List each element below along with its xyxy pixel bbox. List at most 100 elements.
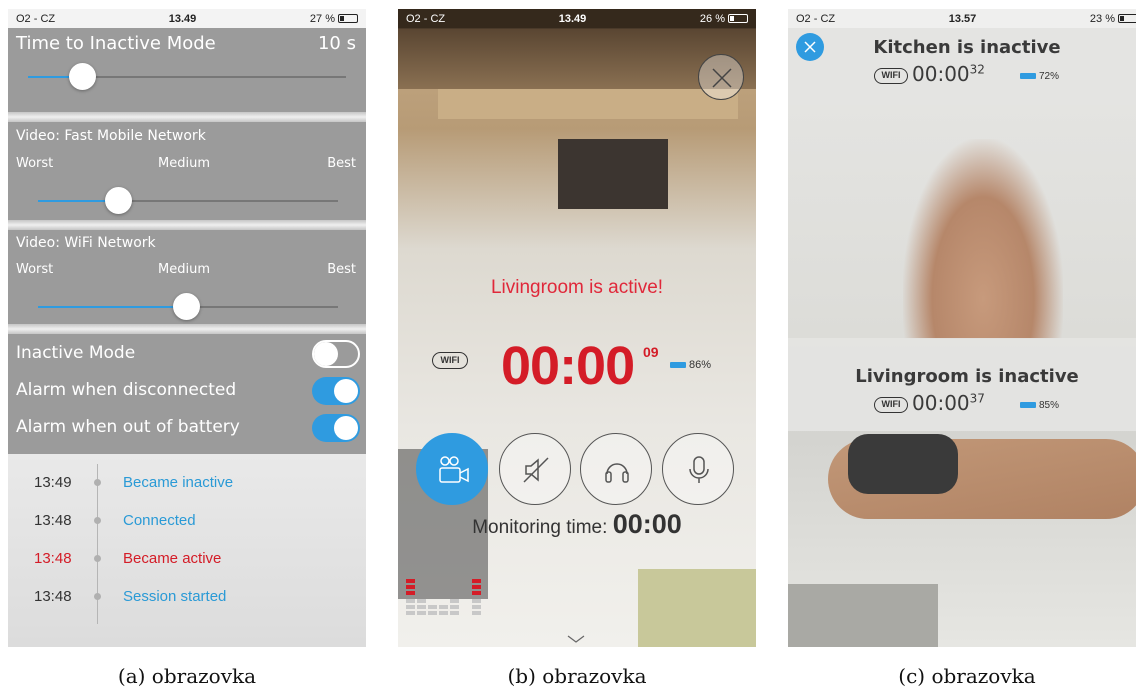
chevron-down-icon[interactable]: [567, 635, 585, 643]
inactive-time-label: Time to Inactive Mode: [16, 33, 216, 54]
camera-feed-detail: [558, 139, 668, 209]
headphones-icon: [605, 463, 629, 483]
worst-label: Worst: [16, 156, 54, 171]
sound-toggle-button[interactable]: [499, 433, 571, 505]
video-wifi-slider-knob[interactable]: [173, 293, 200, 320]
camera-feed-detail: [438, 89, 738, 119]
timer-seconds: 32: [969, 62, 985, 77]
log-time: 13:48: [34, 550, 72, 567]
inactive-time-slider-knob[interactable]: [69, 63, 96, 90]
worst-label: Worst: [16, 262, 54, 277]
top-stream-timer: 00:0032: [912, 62, 985, 86]
caption-b: (b) obrazovka: [507, 664, 647, 688]
wifi-badge: WIFI: [432, 352, 468, 369]
battery-icon: [337, 14, 358, 23]
video-mobile-label: Video: Fast Mobile Network: [16, 128, 206, 144]
section-divider: [8, 220, 366, 230]
battery-percent: 27 %: [309, 12, 335, 25]
remote-battery: 85%: [1020, 400, 1059, 411]
video-toggle-button[interactable]: [416, 433, 488, 505]
talk-button[interactable]: [662, 433, 734, 505]
caption-a: (a) obrazovka: [117, 664, 257, 688]
status-bar: O2 - CZ 13.49 27 %: [8, 9, 366, 28]
session-timer: 00:00: [501, 336, 635, 396]
carrier-label: O2 - CZ: [406, 12, 446, 25]
remote-battery: 86%: [670, 359, 711, 371]
camera-screen: O2 - CZ 13.49 26 % Livingroom is active!…: [398, 9, 756, 647]
alarm-battery-label: Alarm when out of battery: [16, 417, 240, 437]
inactive-mode-label: Inactive Mode: [16, 343, 136, 363]
status-bar: O2 - CZ 13.57 23 %: [788, 9, 1136, 28]
close-icon: [712, 68, 732, 88]
bottom-stream-title: Livingroom is inactive: [855, 366, 1079, 387]
alarm-disconnected-label: Alarm when disconnected: [16, 380, 237, 400]
remote-battery-value: 72%: [1039, 71, 1060, 82]
video-mobile-section: Video: Fast Mobile Network Worst Medium …: [8, 122, 366, 220]
camera-feed-detail: [788, 584, 938, 647]
video-wifi-section: Video: WiFi Network Worst Medium Best: [8, 230, 366, 324]
battery-icon: [1117, 14, 1136, 23]
timer-seconds: 37: [969, 391, 985, 406]
audio-level-meter: [406, 579, 486, 629]
wifi-badge: WIFI: [874, 68, 908, 84]
log-event: Became active: [123, 550, 222, 567]
wifi-badge: WIFI: [874, 397, 908, 413]
battery-icon: [727, 14, 748, 23]
remote-battery-value: 86%: [689, 359, 712, 371]
battery-icon: [1020, 402, 1036, 409]
video-mobile-slider-knob[interactable]: [105, 187, 132, 214]
clock: 13.49: [558, 12, 587, 25]
battery-percent: 23 %: [1089, 12, 1115, 25]
alarm-battery-toggle[interactable]: [312, 414, 360, 442]
best-label: Best: [327, 156, 356, 171]
camera-feed-detail: [848, 434, 958, 494]
log-time: 13:49: [34, 474, 72, 491]
session-timer-seconds: 09: [643, 344, 659, 360]
timeline-dot: [94, 479, 101, 486]
timeline-dot: [94, 555, 101, 562]
timeline-dot: [94, 593, 101, 600]
log-time: 13:48: [34, 588, 72, 605]
battery-icon: [1020, 73, 1036, 80]
log-item: 13:49 Became inactive: [8, 471, 366, 495]
bottom-stream-timer: 00:0037: [912, 391, 985, 415]
monitoring-time: Monitoring time: 00:00: [398, 509, 756, 540]
inactive-mode-toggle[interactable]: [312, 340, 360, 368]
camera-feed-detail: [903, 139, 1063, 339]
video-wifi-label: Video: WiFi Network: [16, 235, 156, 251]
video-mobile-slider[interactable]: [38, 200, 338, 202]
carrier-label: O2 - CZ: [16, 12, 56, 25]
timer-value: 00:00: [912, 62, 970, 86]
status-title: Livingroom is active!: [490, 277, 664, 298]
top-stream-title: Kitchen is inactive: [873, 37, 1061, 58]
log-event: Became inactive: [123, 474, 234, 491]
log-item: 13:48 Session started: [8, 585, 366, 609]
remote-battery: 72%: [1020, 71, 1059, 82]
battery-icon: [670, 362, 686, 369]
dual-view-screen: O2 - CZ 13.57 23 % Kitchen is inactive W…: [788, 9, 1136, 647]
section-divider: [8, 324, 366, 334]
settings-screen: O2 - CZ 13.49 27 % Time to Inactive Mode…: [8, 9, 366, 647]
speaker-muted-icon: [523, 457, 549, 483]
timeline-dot: [94, 517, 101, 524]
microphone-icon: [689, 456, 709, 483]
monitoring-value: 00:00: [612, 509, 682, 539]
video-camera-icon: [439, 456, 469, 483]
medium-label: Medium: [158, 262, 210, 277]
status-bar: O2 - CZ 13.49 26 %: [398, 9, 756, 28]
battery-percent: 26 %: [699, 12, 725, 25]
log-item: 13:48 Connected: [8, 509, 366, 533]
log-time: 13:48: [34, 512, 72, 529]
listen-button[interactable]: [580, 433, 652, 505]
clock: 13.57: [948, 12, 977, 25]
remote-battery-value: 85%: [1039, 400, 1060, 411]
log-item: 13:48 Became active: [8, 547, 366, 571]
clock: 13.49: [168, 12, 197, 25]
alarm-disconnected-toggle[interactable]: [312, 377, 360, 405]
camera-feed-detail: [638, 569, 756, 647]
log-event: Connected: [123, 512, 196, 529]
inactive-time-section: Time to Inactive Mode 10 s: [8, 28, 366, 112]
close-button[interactable]: [698, 54, 744, 100]
section-divider: [8, 112, 366, 122]
carrier-label: O2 - CZ: [796, 12, 836, 25]
